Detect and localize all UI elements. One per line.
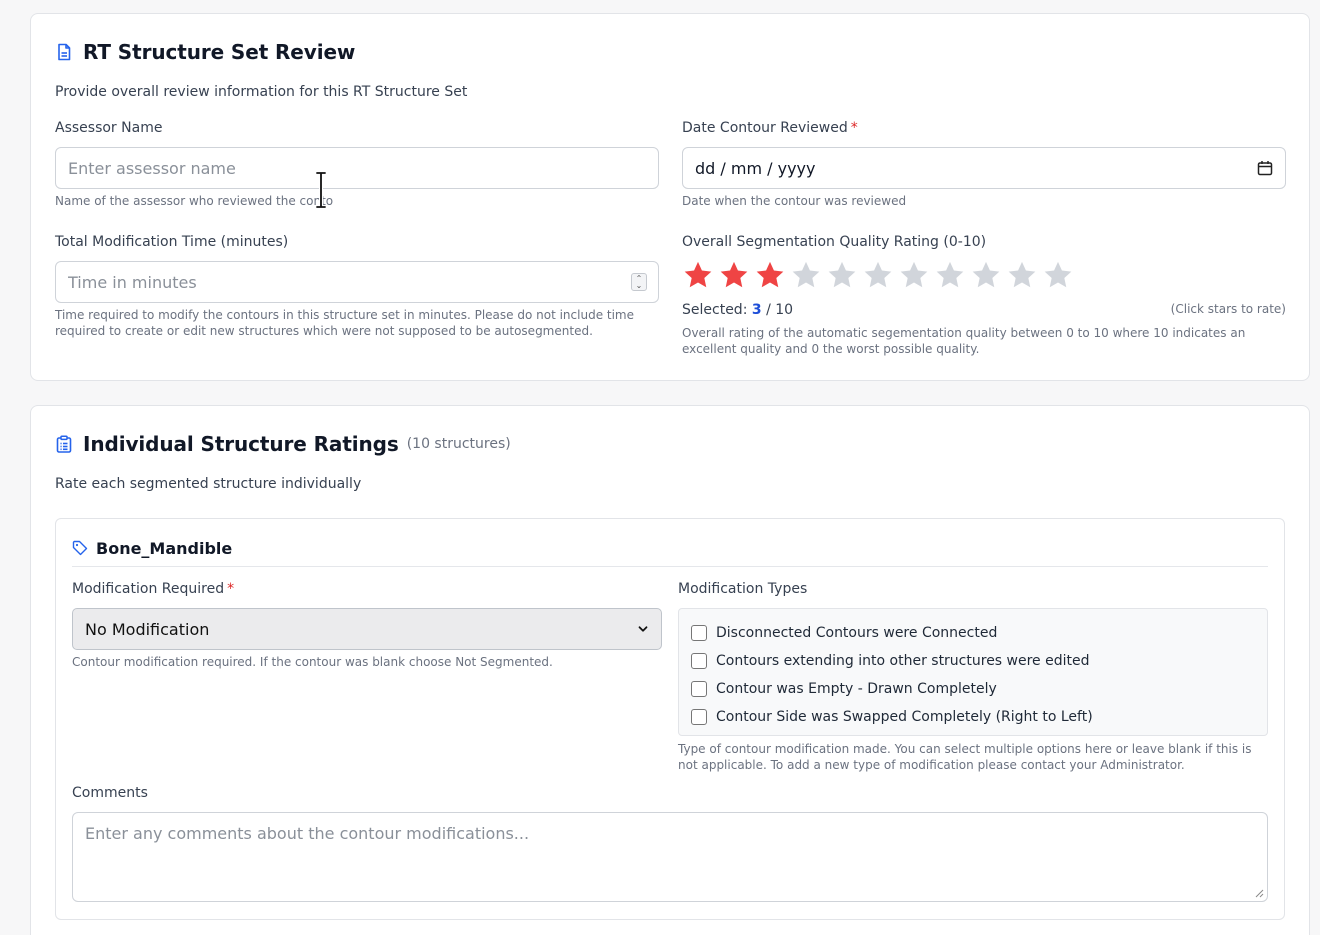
type-option[interactable]: Contour Side was Swapped Completely (Rig… — [691, 703, 1255, 731]
time-label: Total Modification Time (minutes) — [55, 234, 289, 250]
modification-select[interactable]: No Modification — [72, 608, 662, 650]
modification-label-text: Modification Required — [72, 581, 225, 597]
star-icon[interactable] — [682, 259, 714, 291]
modification-label: Modification Required * — [72, 581, 234, 597]
star-icon[interactable] — [754, 259, 786, 291]
resize-grip-icon[interactable] — [1254, 888, 1264, 898]
star-icon[interactable] — [898, 259, 930, 291]
required-marker: * — [227, 581, 235, 597]
star-icon[interactable] — [826, 259, 858, 291]
structure-set-review-card: RT Structure Set Review Provide overall … — [30, 13, 1310, 381]
number-spinner[interactable]: ⌃ ⌄ — [631, 273, 647, 291]
time-input[interactable] — [55, 261, 659, 303]
selected-value: 3 — [751, 302, 762, 318]
ratings-subtitle: Rate each segmented structure individual… — [55, 476, 362, 492]
ratings-title: Individual Structure Ratings — [83, 432, 399, 456]
star-rating — [682, 259, 1074, 291]
checkbox[interactable] — [691, 709, 707, 725]
star-icon[interactable] — [934, 259, 966, 291]
star-icon[interactable] — [1006, 259, 1038, 291]
tag-icon — [72, 540, 88, 556]
review-subtitle: Provide overall review information for t… — [55, 84, 468, 100]
type-option-label: Contour was Empty - Drawn Completely — [716, 681, 997, 697]
checkbox[interactable] — [691, 681, 707, 697]
modification-types-group: Disconnected Contours were Connected Con… — [678, 608, 1268, 736]
structure-item: Bone_Mandible Modification Required * No … — [55, 518, 1285, 920]
clipboard-icon — [56, 435, 72, 453]
comments-placeholder: Enter any comments about the contour mod… — [85, 824, 530, 843]
structure-header: Bone_Mandible — [72, 539, 1268, 567]
rating-help: Overall rating of the automatic segement… — [682, 326, 1246, 356]
rating-label: Overall Segmentation Quality Rating (0-1… — [682, 234, 987, 250]
modification-value: No Modification — [85, 619, 210, 639]
type-option-label: Contour Side was Swapped Completely (Rig… — [716, 709, 1093, 725]
chevron-down-icon — [638, 626, 648, 632]
date-input[interactable]: dd / mm / yyyy — [682, 147, 1286, 189]
calendar-icon[interactable] — [1257, 160, 1273, 176]
date-label: Date Contour Reviewed * — [682, 120, 858, 136]
rating-summary: Selected: 3 / 10 (Click stars to rate) — [682, 302, 1286, 318]
time-help: Time required to modify the contours in … — [55, 308, 634, 338]
comments-textarea[interactable]: Enter any comments about the contour mod… — [72, 812, 1268, 902]
date-value: dd / mm / yyyy — [695, 158, 816, 178]
star-icon[interactable] — [790, 259, 822, 291]
type-option-label: Disconnected Contours were Connected — [716, 625, 998, 641]
required-marker: * — [850, 120, 858, 136]
assessor-label: Assessor Name — [55, 120, 163, 136]
checkbox[interactable] — [691, 653, 707, 669]
type-option[interactable]: Contour was Empty - Drawn Completely — [691, 675, 1255, 703]
selected-prefix: Selected: — [682, 302, 748, 318]
star-icon[interactable] — [718, 259, 750, 291]
date-help: Date when the contour was reviewed — [682, 194, 907, 208]
time-field: ⌃⌄ — [55, 261, 659, 303]
structure-name: Bone_Mandible — [96, 539, 233, 558]
modification-help: Contour modification required. If the co… — [72, 655, 553, 669]
type-option[interactable]: Disconnected Contours were Connected — [691, 619, 1255, 647]
type-option-label: Contours extending into other structures… — [716, 653, 1090, 669]
selected-suffix: / 10 — [766, 302, 794, 318]
types-help: Type of contour modification made. You c… — [678, 742, 1252, 772]
rating-hint: (Click stars to rate) — [1170, 302, 1286, 316]
document-icon — [58, 43, 71, 61]
star-icon[interactable] — [970, 259, 1002, 291]
types-label: Modification Types — [678, 581, 808, 597]
review-header: RT Structure Set Review — [55, 40, 355, 64]
structure-count: (10 structures) — [406, 436, 511, 452]
date-label-text: Date Contour Reviewed — [682, 120, 848, 136]
rating-selected: Selected: 3 / 10 — [682, 302, 793, 318]
review-title: RT Structure Set Review — [83, 40, 356, 64]
assessor-help: Name of the assessor who reviewed the co… — [55, 194, 334, 208]
comments-label: Comments — [72, 785, 148, 801]
type-option[interactable]: Contours extending into other structures… — [691, 647, 1255, 675]
star-icon[interactable] — [1042, 259, 1074, 291]
checkbox[interactable] — [691, 625, 707, 641]
ratings-header: Individual Structure Ratings (10 structu… — [55, 432, 511, 456]
structure-ratings-card: Individual Structure Ratings (10 structu… — [30, 405, 1310, 935]
assessor-input[interactable] — [55, 147, 659, 189]
star-icon[interactable] — [862, 259, 894, 291]
